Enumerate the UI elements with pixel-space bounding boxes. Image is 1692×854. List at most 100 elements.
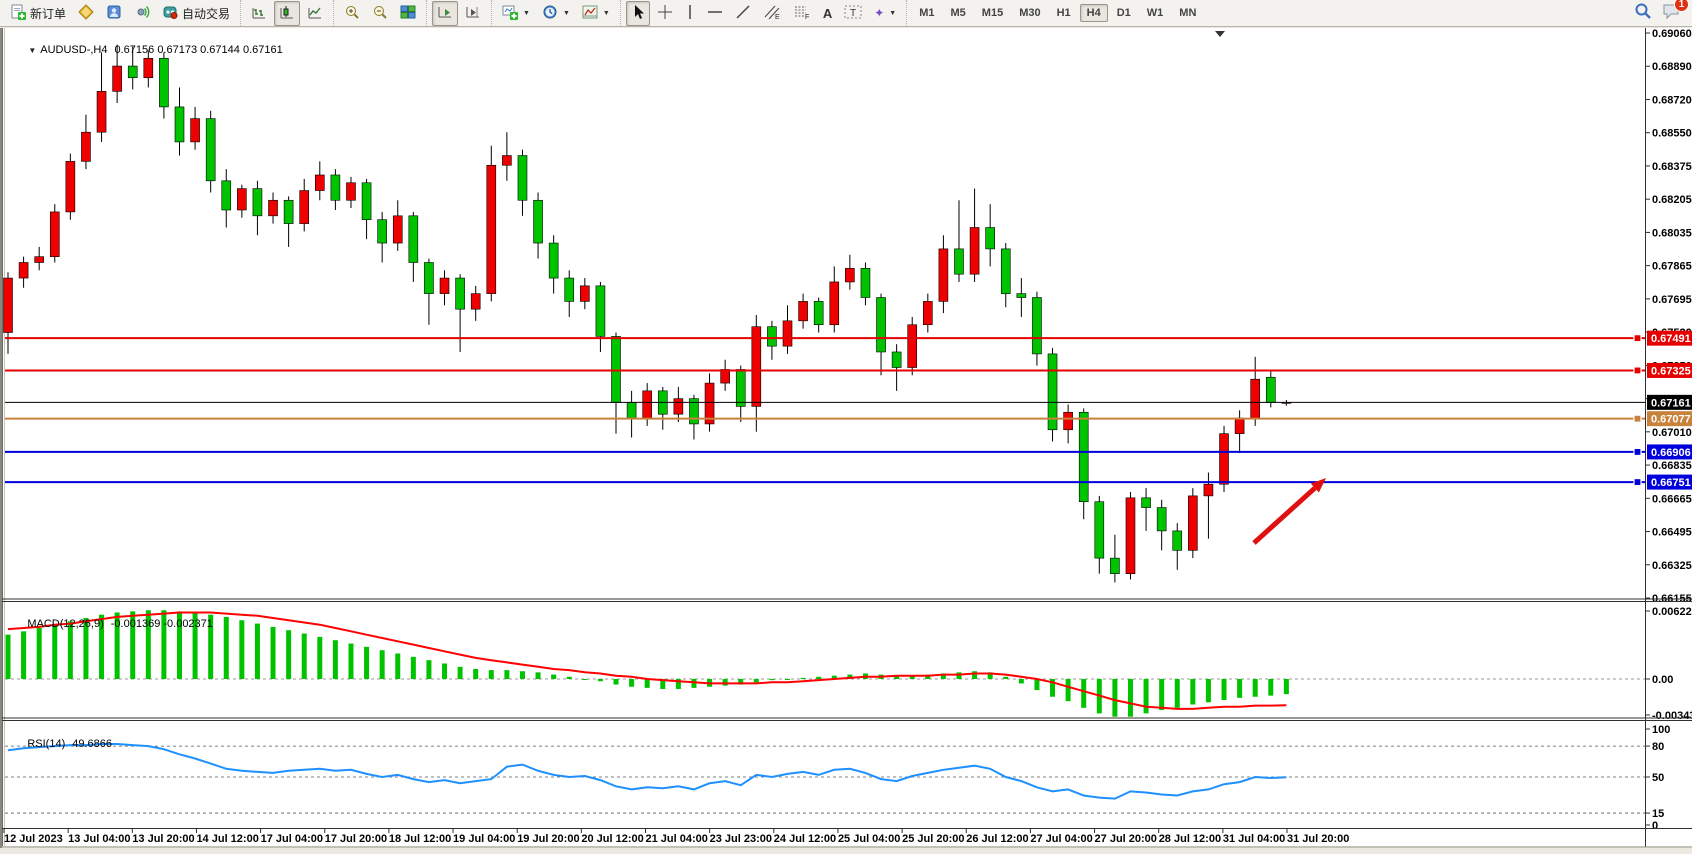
candlestick-button[interactable] <box>274 1 300 26</box>
application-window: 新订单 自动交易 <box>0 0 1692 854</box>
metaeditor-button[interactable] <box>73 1 99 26</box>
candle-bear <box>814 301 823 324</box>
signals-icon <box>134 4 150 23</box>
toolbar-right: 1 <box>1634 2 1692 25</box>
candle-bear <box>596 286 605 337</box>
macd-bar <box>442 663 447 679</box>
macd-axis-label: 0.006221 <box>1652 606 1692 618</box>
candle-bear <box>1032 298 1041 354</box>
tf-button-D1[interactable]: D1 <box>1110 4 1138 22</box>
candle-bull <box>1251 379 1260 418</box>
candle-bull <box>4 278 13 332</box>
auto-scroll-button[interactable] <box>432 1 458 26</box>
candle-bull <box>81 132 90 161</box>
arrows-button[interactable]: ✦ ▼ <box>869 3 901 23</box>
macd-bar <box>520 671 525 679</box>
hline-marker[interactable] <box>1634 335 1641 342</box>
candle-bull <box>1235 418 1244 434</box>
timeframe-group: M1M5M15M30H1H4D1W1MN <box>906 0 1208 26</box>
market-watch-button[interactable] <box>101 1 127 26</box>
tf-button-MN[interactable]: MN <box>1172 4 1203 22</box>
text-label-button[interactable]: T <box>839 1 867 26</box>
arrows-icon: ✦ <box>874 6 884 20</box>
time-axis-label: 13 Jul 20:00 <box>132 833 194 845</box>
tf-button-H4[interactable]: H4 <box>1080 4 1108 22</box>
tf-button-H1[interactable]: H1 <box>1050 4 1078 22</box>
autotrading-button[interactable]: 自动交易 <box>157 1 235 26</box>
signals-button[interactable] <box>129 1 155 26</box>
symbol-title: AUDUSD-,H4 <box>40 44 107 56</box>
tf-button-M5[interactable]: M5 <box>944 4 973 22</box>
cursor-icon <box>631 4 645 23</box>
price-axis-label: 0.67695 <box>1652 294 1692 306</box>
candle-bear <box>1173 531 1182 550</box>
chart-shift-button[interactable] <box>460 1 486 26</box>
symbol-expand-icon[interactable]: ▼ <box>28 46 36 55</box>
hline-marker[interactable] <box>1634 367 1641 374</box>
toolbar-group-zoom <box>333 0 426 26</box>
candle-bull <box>908 325 917 368</box>
candle-bear <box>1110 558 1119 574</box>
candle-bear <box>331 175 340 200</box>
new-order-button[interactable]: 新订单 <box>5 1 71 26</box>
horizontal-line-button[interactable] <box>702 1 728 26</box>
new-chart-button[interactable]: ▼ <box>497 1 535 26</box>
candle-bull <box>300 191 309 224</box>
profiles-caret-icon[interactable]: ▼ <box>603 10 610 17</box>
tf-button-M1[interactable]: M1 <box>912 4 941 22</box>
chart-window: 0.690600.688900.687200.685500.683750.682… <box>0 28 1692 848</box>
svg-text:T: T <box>850 8 856 19</box>
tf-button-M30[interactable]: M30 <box>1012 4 1047 22</box>
bar-chart-button[interactable] <box>246 1 272 26</box>
vertical-line-button[interactable] <box>680 1 700 26</box>
notifications-button[interactable]: 1 <box>1662 2 1682 25</box>
tf-button-W1[interactable]: W1 <box>1140 4 1171 22</box>
macd-bar <box>614 679 619 685</box>
time-axis-label: 28 Jul 12:00 <box>1159 833 1221 845</box>
candle-bull <box>580 286 589 302</box>
hline-marker[interactable] <box>1634 479 1641 486</box>
profiles-button[interactable]: ▼ <box>577 1 615 26</box>
line-chart-button[interactable] <box>302 1 328 26</box>
periods-button[interactable]: ▼ <box>537 1 575 26</box>
candle-bull <box>113 66 122 91</box>
candle-bull <box>1204 484 1213 496</box>
candle-bull <box>1220 434 1229 485</box>
candle-bear <box>424 263 433 294</box>
zoom-out-button[interactable] <box>367 1 393 26</box>
price-axis-label: 0.68550 <box>1652 128 1692 140</box>
search-icon[interactable] <box>1634 2 1652 25</box>
macd-bar <box>1175 679 1180 708</box>
macd-bar <box>1066 679 1071 701</box>
profiles-icon <box>582 4 598 23</box>
macd-bar <box>1019 679 1024 683</box>
candle-bull <box>643 391 652 418</box>
candle-bull <box>721 369 730 383</box>
macd-bar <box>582 679 587 680</box>
toolbar-group-objects: E F A T ✦ ▼ <box>620 0 906 26</box>
trendline-button[interactable] <box>730 1 756 26</box>
text-button[interactable]: A <box>818 3 837 24</box>
macd-bar <box>1081 679 1086 708</box>
equidistant-channel-button[interactable]: E <box>758 1 786 26</box>
tf-button-M15[interactable]: M15 <box>975 4 1010 22</box>
new-chart-caret-icon[interactable]: ▼ <box>523 10 530 17</box>
candle-bear <box>892 352 901 368</box>
candle-bear <box>861 268 870 297</box>
candle-bear <box>222 181 231 210</box>
hline-marker[interactable] <box>1634 448 1641 455</box>
fibonacci-button[interactable]: F <box>788 1 816 26</box>
hline-marker[interactable] <box>1634 415 1641 422</box>
arrows-caret-icon[interactable]: ▼ <box>889 10 896 17</box>
crosshair-button[interactable] <box>652 1 678 26</box>
zoom-in-button[interactable] <box>339 1 365 26</box>
fibonacci-icon: F <box>793 4 811 23</box>
price-axis-label: 0.68890 <box>1652 61 1692 73</box>
periods-caret-icon[interactable]: ▼ <box>563 10 570 17</box>
toolbar-group-charttype <box>240 0 333 26</box>
cursor-button[interactable] <box>626 1 650 26</box>
candle-bull <box>1126 498 1135 574</box>
candle-bull <box>674 399 683 415</box>
macd-bar <box>271 627 276 679</box>
tile-windows-button[interactable] <box>395 1 421 26</box>
